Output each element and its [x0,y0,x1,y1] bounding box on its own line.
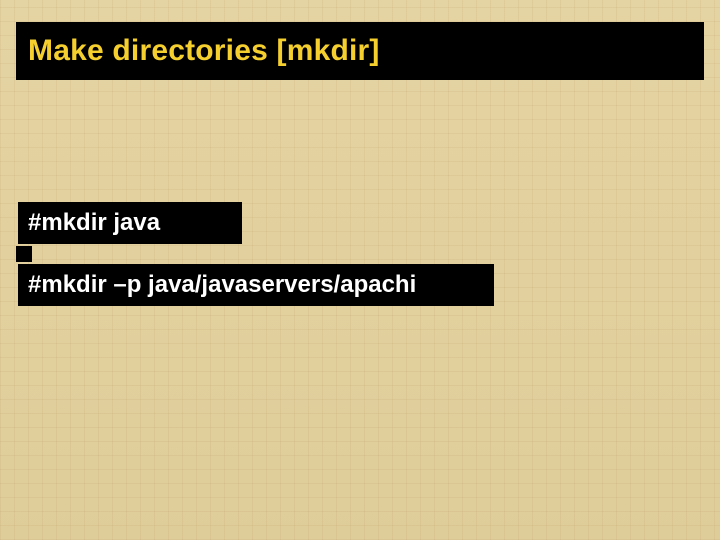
command-box-1: #mkdir java [18,202,242,244]
command-text-1: #mkdir java [28,209,160,237]
decorative-block [16,246,32,262]
command-box-2: #mkdir –p java/javaservers/apachi [18,264,494,306]
slide-title-bar: Make directories [mkdir] [16,22,704,80]
command-text-2: #mkdir –p java/javaservers/apachi [28,271,416,299]
slide-title: Make directories [mkdir] [28,34,380,68]
